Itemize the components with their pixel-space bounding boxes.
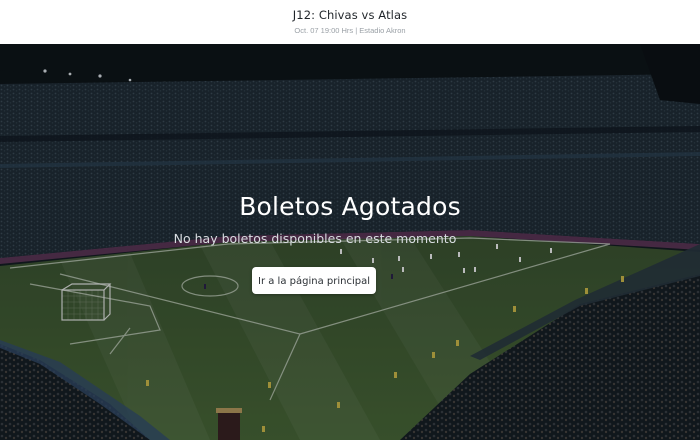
event-date-venue: Oct. 07 19:00 Hrs | Estadio Akron (294, 26, 406, 35)
sold-out-heading: Boletos Agotados (239, 192, 461, 221)
hero-banner: Boletos Agotados No hay boletos disponib… (0, 44, 700, 440)
event-header: J12: Chivas vs Atlas Oct. 07 19:00 Hrs |… (0, 0, 700, 44)
no-tickets-message: No hay boletos disponibles en este momen… (173, 231, 457, 246)
event-title: J12: Chivas vs Atlas (292, 8, 408, 22)
go-home-button[interactable]: Ir a la página principal (252, 267, 376, 294)
